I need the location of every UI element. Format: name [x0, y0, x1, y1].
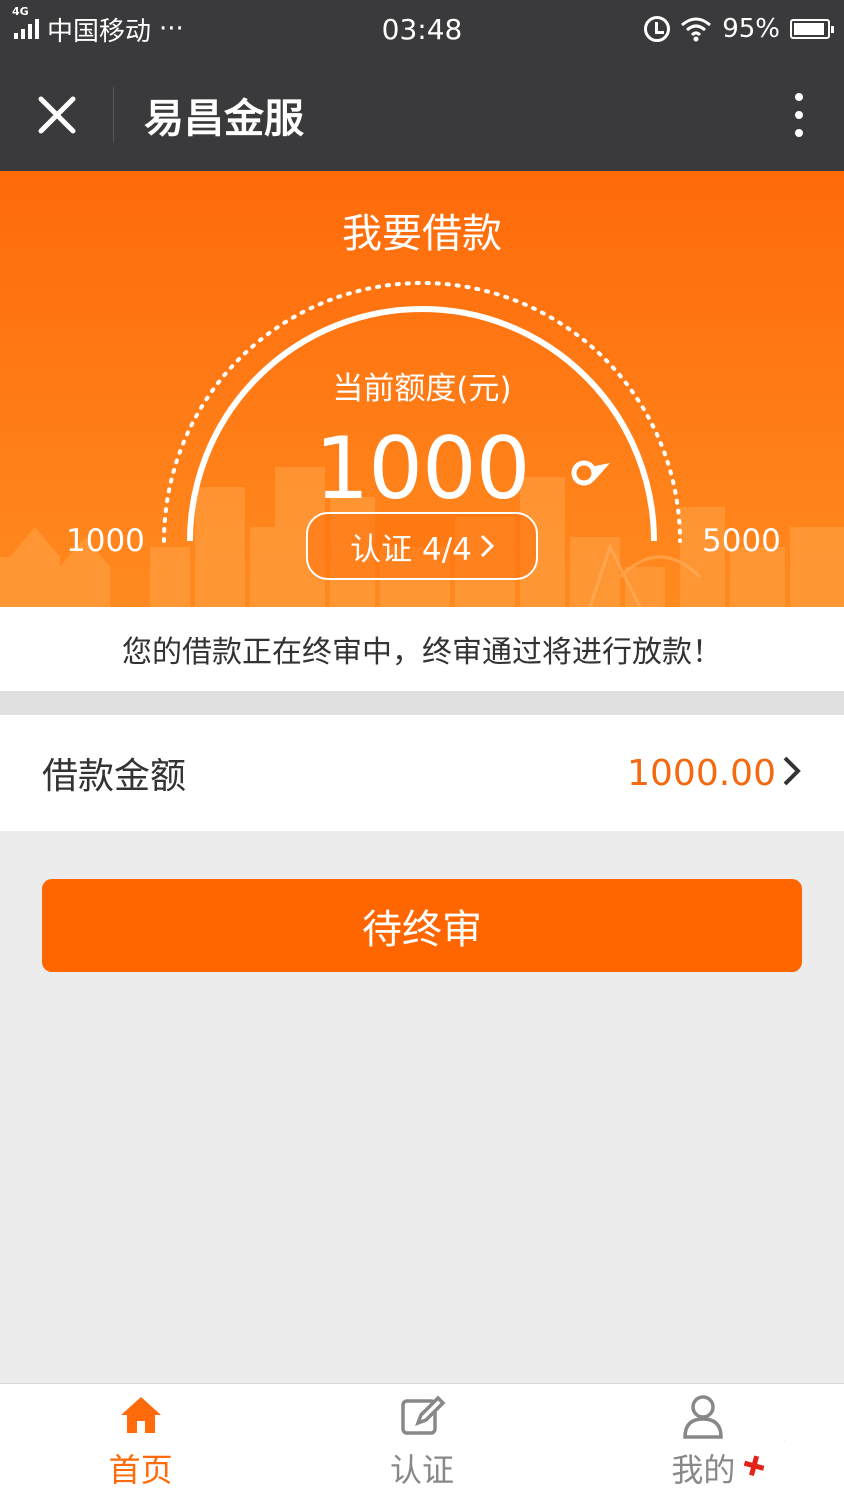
hero-title: 我要借款 — [342, 211, 502, 257]
wifi-icon — [681, 17, 712, 42]
section-divider — [0, 691, 844, 715]
loan-amount-row[interactable]: 借款金额 1000.00 — [0, 715, 844, 831]
loan-hero: 我要借款 当前额度(元) 1000 1000 5000 认证 4/4 — [0, 171, 844, 607]
gauge-pointer-icon — [571, 460, 610, 486]
credit-limit-amount: 1000 — [314, 419, 531, 519]
status-bar: 4G 中国移动 ··· 03:48 95% — [0, 0, 844, 58]
review-notice: 您的借款正在终审中，终审通过将进行放款！ — [0, 607, 844, 691]
signal-icon: 4G — [12, 5, 39, 39]
carrier-name: 中国移动 — [47, 16, 152, 47]
tab-home[interactable]: 首页 — [0, 1384, 281, 1500]
more-button[interactable] — [754, 58, 844, 171]
status-right: 95% — [644, 14, 834, 44]
tab-label: 首页 — [108, 1451, 173, 1489]
close-button[interactable] — [0, 58, 113, 171]
bottom-tab-bar: 首页 认证 我的 — [0, 1383, 844, 1500]
range-max: 5000 — [702, 523, 781, 559]
battery-icon — [790, 19, 834, 39]
more-icon — [795, 92, 803, 101]
network-type: 4G — [12, 5, 29, 18]
battery-fill — [794, 23, 825, 35]
user-icon — [683, 1395, 724, 1439]
loan-amount-value: 1000.00 — [627, 752, 776, 794]
credit-limit-label: 当前额度(元) — [332, 371, 512, 407]
status-dots: ··· — [159, 14, 184, 44]
loan-amount-label: 借款金额 — [42, 756, 187, 797]
chevron-right-icon — [480, 534, 494, 558]
cert-label: 认证 4/4 — [350, 531, 472, 568]
tab-certification[interactable]: 认证 — [281, 1384, 562, 1500]
certification-progress-button[interactable]: 认证 4/4 — [306, 512, 538, 580]
title-bar: 易昌金服 — [0, 58, 844, 171]
chevron-right-icon — [782, 755, 802, 791]
pending-review-button[interactable]: 待终审 — [42, 879, 802, 972]
home-icon — [120, 1397, 161, 1433]
status-left: 4G 中国移动 ··· — [12, 5, 184, 48]
tab-label: 认证 — [389, 1451, 454, 1489]
alarm-icon — [644, 16, 671, 42]
close-icon — [38, 96, 75, 133]
battery-percent: 95% — [722, 14, 780, 44]
edit-icon — [401, 1395, 446, 1435]
loan-amount-value-wrap: 1000.00 — [627, 753, 802, 794]
title-divider — [113, 86, 114, 143]
tab-label: 我的 — [671, 1451, 736, 1489]
page-title: 易昌金服 — [144, 95, 304, 142]
range-min: 1000 — [66, 523, 145, 559]
